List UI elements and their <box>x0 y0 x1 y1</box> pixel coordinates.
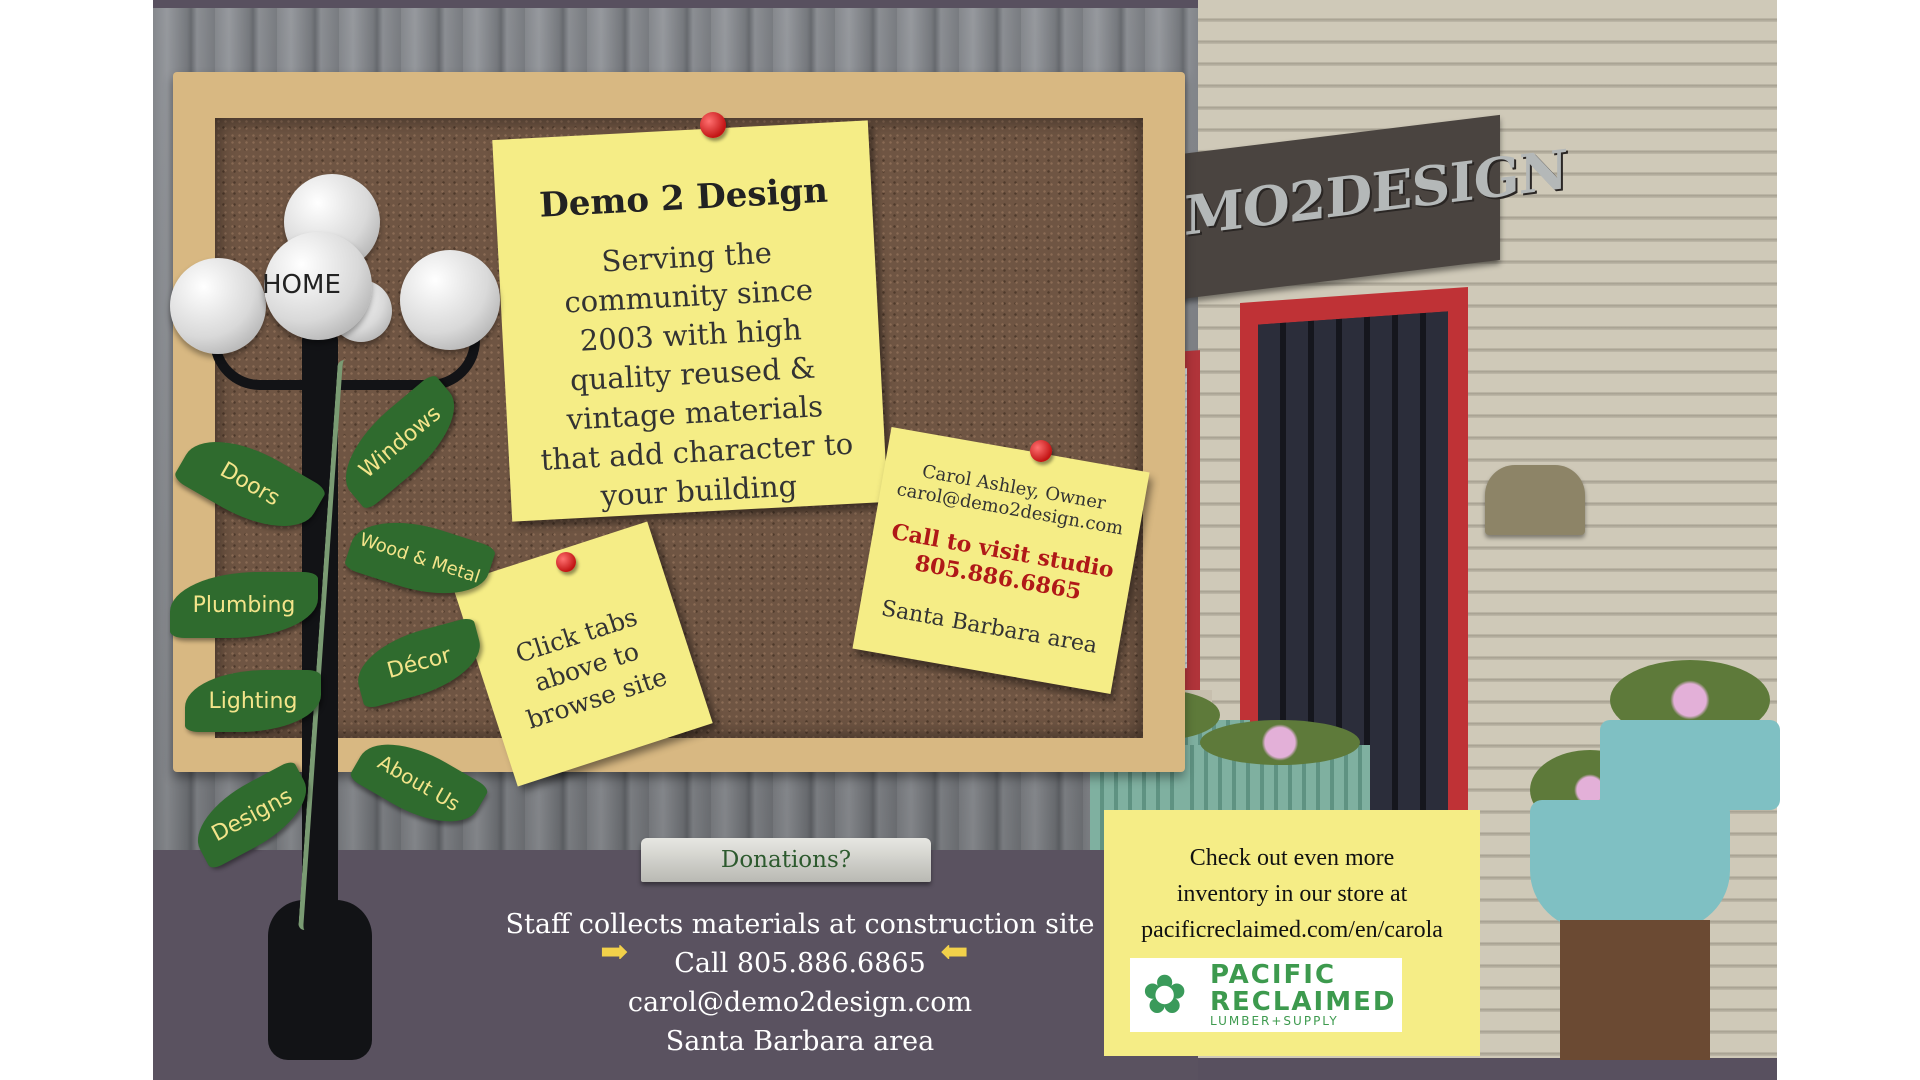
staff-email: carol@demo2design.com <box>627 987 973 1018</box>
donations-button[interactable]: Donations? <box>641 838 931 882</box>
tree-stump <box>1560 920 1710 1060</box>
vintage-toilet-planter <box>1530 800 1730 930</box>
logo-wordmark: PACIFIC RECLAIMED <box>1210 962 1396 1016</box>
staff-line: Staff collects materials at construction… <box>505 909 1095 940</box>
staff-collection-info: Staff collects materials at construction… <box>480 905 1120 1061</box>
intro-note: Demo 2 Design Serving the community sinc… <box>492 120 888 522</box>
push-pin-icon <box>1030 440 1052 462</box>
promo-line: Check out even more <box>1189 845 1395 871</box>
logo-name-line2: RECLAIMED <box>1210 987 1397 1017</box>
arrow-right-icon: ➡ <box>600 932 629 972</box>
logo-name-line1: PACIFIC <box>1210 960 1337 990</box>
lamp-globe-icon <box>170 258 266 354</box>
push-pin-icon <box>556 552 576 572</box>
pacific-reclaimed-logo[interactable]: ✿ PACIFIC RECLAIMED LUMBER+SUPPLY <box>1130 958 1402 1032</box>
vintage-toilet-tank <box>1600 720 1780 810</box>
promo-store-link[interactable]: pacificreclaimed.com/en/carola <box>1141 917 1443 943</box>
clover-logo-icon: ✿ <box>1142 963 1188 1026</box>
note-title: Demo 2 Design <box>538 170 829 226</box>
staff-area: Santa Barbara area <box>665 1026 935 1057</box>
mailbox-icon <box>1485 465 1585 535</box>
promo-line: inventory in our store at <box>1176 881 1408 907</box>
note-body: Serving the community since 2003 with hi… <box>539 235 854 513</box>
nav-home-link[interactable]: HOME <box>262 270 341 300</box>
push-pin-icon <box>700 112 726 138</box>
browse-note-text: Click tabs above to browse site <box>512 602 671 735</box>
lamp-post-base <box>268 900 372 1060</box>
flowers-decoration <box>1200 720 1360 765</box>
arrow-left-icon: ⬅ <box>940 932 969 972</box>
contact-note: Carol Ashley, Owner carol@demo2design.co… <box>852 426 1150 695</box>
lamp-globe-icon <box>400 250 500 350</box>
staff-phone: Call 805.886.6865 <box>674 948 926 979</box>
logo-subtitle: LUMBER+SUPPLY <box>1210 1014 1339 1028</box>
